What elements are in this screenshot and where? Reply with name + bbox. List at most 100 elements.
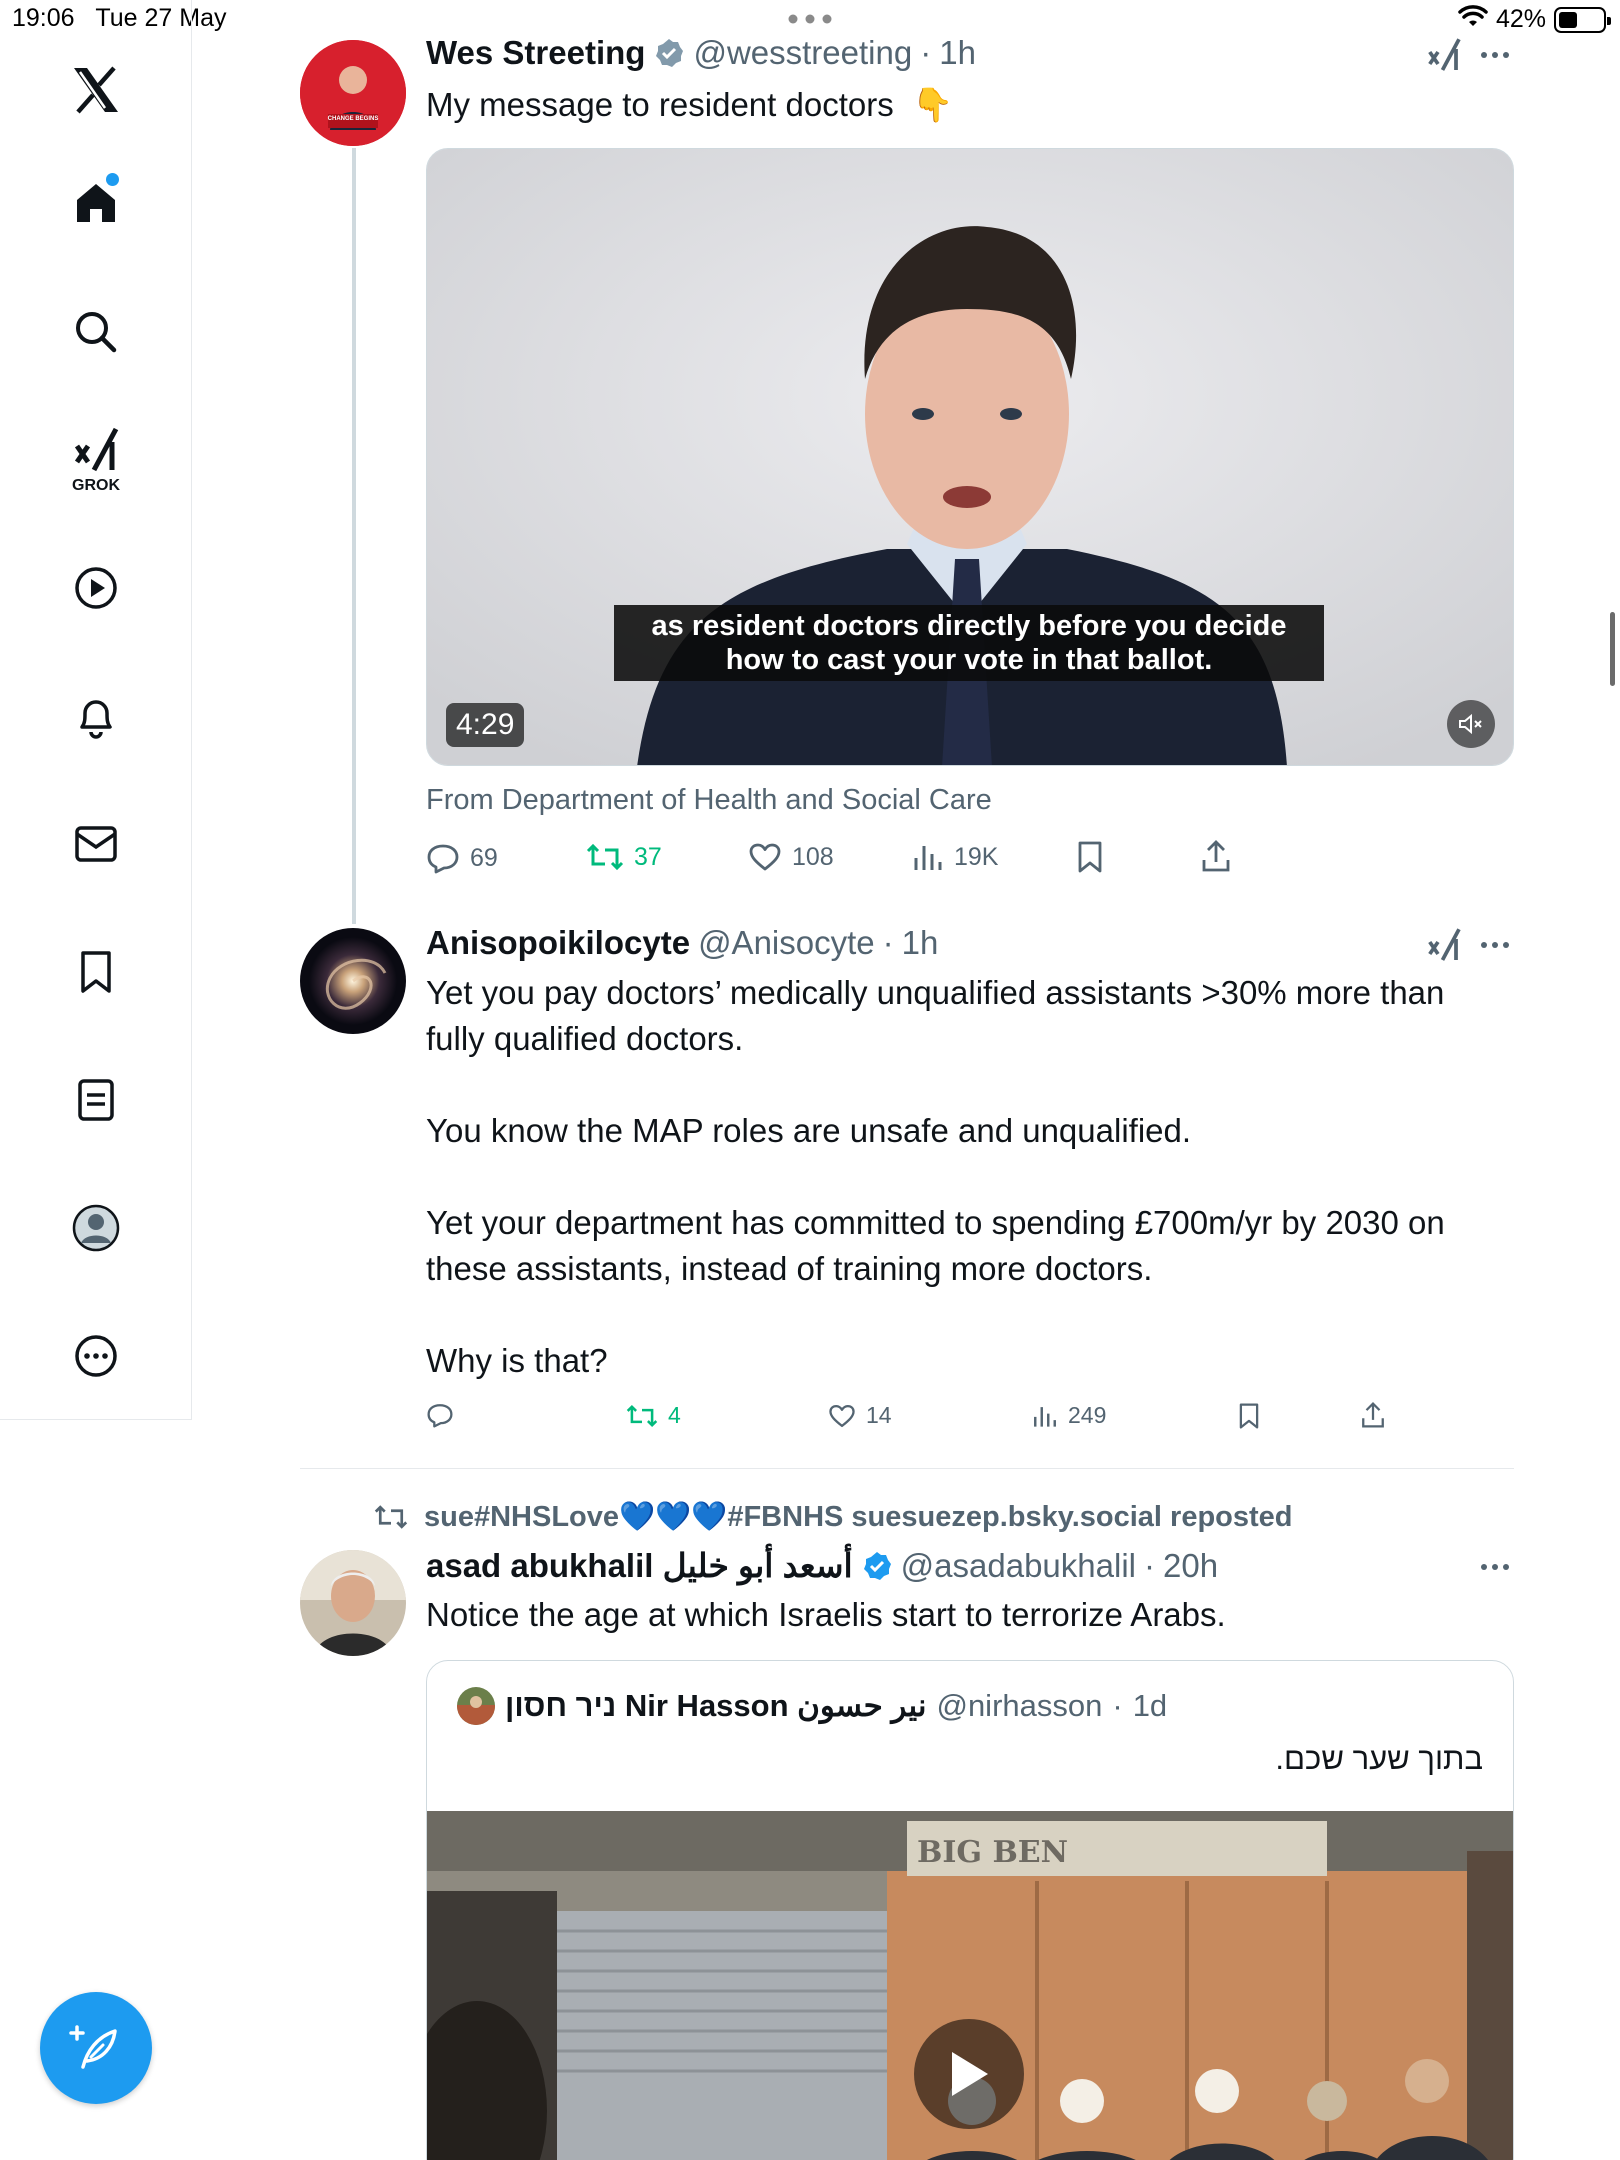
tweet-header: Wes Streeting @wesstreeting · 1h [426, 34, 976, 72]
separator-dot: · [1144, 1546, 1155, 1584]
quote-author-name[interactable]: ניר חסון Nir Hasson نير حسون [505, 1688, 926, 1724]
author-name[interactable]: Wes Streeting [426, 34, 645, 72]
share-upload-icon [1202, 840, 1230, 872]
reply-icon [427, 1404, 453, 1428]
repost-icon [626, 1404, 658, 1427]
caption-line-2: how to cast your vote in that ballot. [725, 644, 1213, 676]
avatar-label: CHANGE BEGINS [327, 116, 379, 122]
quote-timestamp[interactable]: 1d [1133, 1688, 1167, 1724]
separator-dot: · [920, 34, 932, 71]
bookmark-button[interactable] [1074, 840, 1106, 874]
battery-percent: 42% [1495, 5, 1546, 33]
video-source[interactable]: From Department of Health and Social Car… [426, 784, 992, 817]
like-count: 108 [792, 842, 834, 871]
mute-button[interactable] [1447, 700, 1495, 748]
views-button[interactable]: 19K [912, 842, 998, 872]
tweet-more-icon[interactable] [1481, 1564, 1509, 1570]
like-count: 14 [866, 1402, 892, 1428]
timestamp[interactable]: 1h [902, 924, 939, 962]
battery-icon [1554, 6, 1611, 33]
profile-icon[interactable] [66, 1198, 126, 1258]
quote-author-handle[interactable]: @nirhasson [936, 1688, 1102, 1724]
tweet-paragraph-3: Yet your department has committed to spe… [426, 1204, 1445, 1287]
home-notification-dot [106, 173, 119, 186]
bookmark-button[interactable] [1236, 1402, 1262, 1430]
author-handle[interactable]: @wesstreeting [693, 34, 912, 72]
play-button[interactable] [914, 2019, 1024, 2129]
author-handle[interactable]: @asadabukhalil [901, 1547, 1136, 1585]
status-indicators: 42% [1458, 4, 1611, 35]
repost-context: sue#NHSLove💙💙💙#FBNHS suesuezep.bsky.soci… [374, 1500, 1293, 1534]
lists-icon[interactable] [66, 1070, 126, 1130]
search-icon[interactable] [66, 302, 126, 362]
video-duration: 4:29 [446, 703, 525, 747]
more-options-icon[interactable] [66, 1326, 126, 1386]
author-handle[interactable]: @Anisocyte [698, 924, 875, 962]
views-chart-icon [1034, 1406, 1056, 1427]
timestamp[interactable]: 1h [939, 34, 976, 72]
x-logo-icon[interactable] [66, 60, 126, 120]
tweet-more-icon[interactable] [1481, 52, 1509, 58]
repost-button[interactable]: 37 [586, 842, 662, 872]
tweet-text-body: My message to resident doctors [426, 86, 894, 123]
muted-speaker-icon [1459, 713, 1482, 735]
pointing-down-emoji: 👇 [912, 86, 954, 123]
like-button[interactable]: 108 [748, 842, 834, 872]
wifi-icon [1458, 4, 1488, 35]
verified-gray-badge-icon [653, 37, 685, 69]
bookmark-icon [1078, 841, 1102, 873]
like-button[interactable]: 14 [828, 1402, 892, 1429]
tweet-header: Anisopoikilocyte @Anisocyte · 1h [426, 924, 938, 962]
scrollbar[interactable] [1610, 612, 1615, 686]
thread-line [352, 148, 356, 924]
views-chart-icon [914, 846, 942, 870]
grok-icon[interactable] [1426, 36, 1462, 79]
share-button[interactable] [1360, 1400, 1386, 1430]
tweet-text: Yet you pay doctors’ medically unqualifi… [426, 970, 1506, 1384]
repost-button[interactable]: 4 [626, 1402, 681, 1429]
bookmarks-icon[interactable] [66, 942, 126, 1002]
messages-envelope-icon[interactable] [66, 814, 126, 874]
grok-label: GROK [72, 477, 120, 494]
author-name[interactable]: Anisopoikilocyte [426, 924, 690, 962]
caption-line-1: as resident doctors directly before you … [651, 610, 1287, 642]
avatar[interactable] [300, 928, 406, 1034]
compose-post-button[interactable] [40, 1992, 152, 2104]
notifications-bell-icon[interactable] [66, 686, 126, 746]
views-button[interactable]: 249 [1032, 1402, 1106, 1429]
separator-dot: · [882, 924, 894, 961]
verified-blue-badge-icon [861, 1550, 893, 1582]
galaxy-avatar-image [300, 928, 406, 1034]
compose-feather-icon [69, 2025, 117, 2069]
quote-header: ניר חסון Nir Hasson نير حسون @nirhasson … [457, 1687, 1167, 1725]
view-count: 249 [1068, 1402, 1107, 1428]
reply-button[interactable]: 69 [426, 842, 498, 874]
tweet-more-icon[interactable] [1481, 942, 1509, 948]
video-caption: as resident doctors directly before you … [614, 605, 1324, 681]
reply-button[interactable] [426, 1402, 464, 1428]
tweet-text: My message to resident doctors 👇 [426, 82, 953, 128]
avatar[interactable]: CHANGE BEGINS [300, 40, 406, 146]
grok-icon[interactable] [1426, 926, 1462, 969]
view-count: 19K [954, 842, 999, 871]
share-upload-icon [1362, 1402, 1384, 1428]
multitasking-dots-icon[interactable] [787, 12, 833, 30]
quote-video-thumbnail[interactable]: BIG BEN [427, 1811, 1513, 2160]
avatar[interactable] [300, 1550, 406, 1656]
share-button[interactable] [1200, 838, 1232, 874]
grok-icon[interactable] [66, 420, 126, 480]
video-icon[interactable] [66, 558, 126, 618]
quoted-tweet[interactable]: ניר חסון Nir Hasson نير حسون @nirhasson … [426, 1660, 1514, 2160]
tweet-text: Notice the age at which Israelis start t… [426, 1596, 1226, 1633]
tweet-paragraph-4: Why is that? [426, 1342, 608, 1379]
sidebar: GROK [0, 0, 192, 1420]
author-name[interactable]: asad abukhalil أسعد أبو خليل [426, 1546, 853, 1585]
person-avatar-image [300, 1550, 406, 1656]
quote-avatar[interactable] [457, 1687, 495, 1725]
reply-icon [427, 844, 459, 874]
timestamp[interactable]: 20h [1163, 1547, 1218, 1585]
reposted-by[interactable]: sue#NHSLove💙💙💙#FBNHS suesuezep.bsky.soci… [424, 1500, 1293, 1534]
heart-icon [749, 843, 781, 871]
repost-count: 4 [668, 1402, 681, 1428]
tweet-paragraph-2: You know the MAP roles are unsafe and un… [426, 1112, 1192, 1149]
